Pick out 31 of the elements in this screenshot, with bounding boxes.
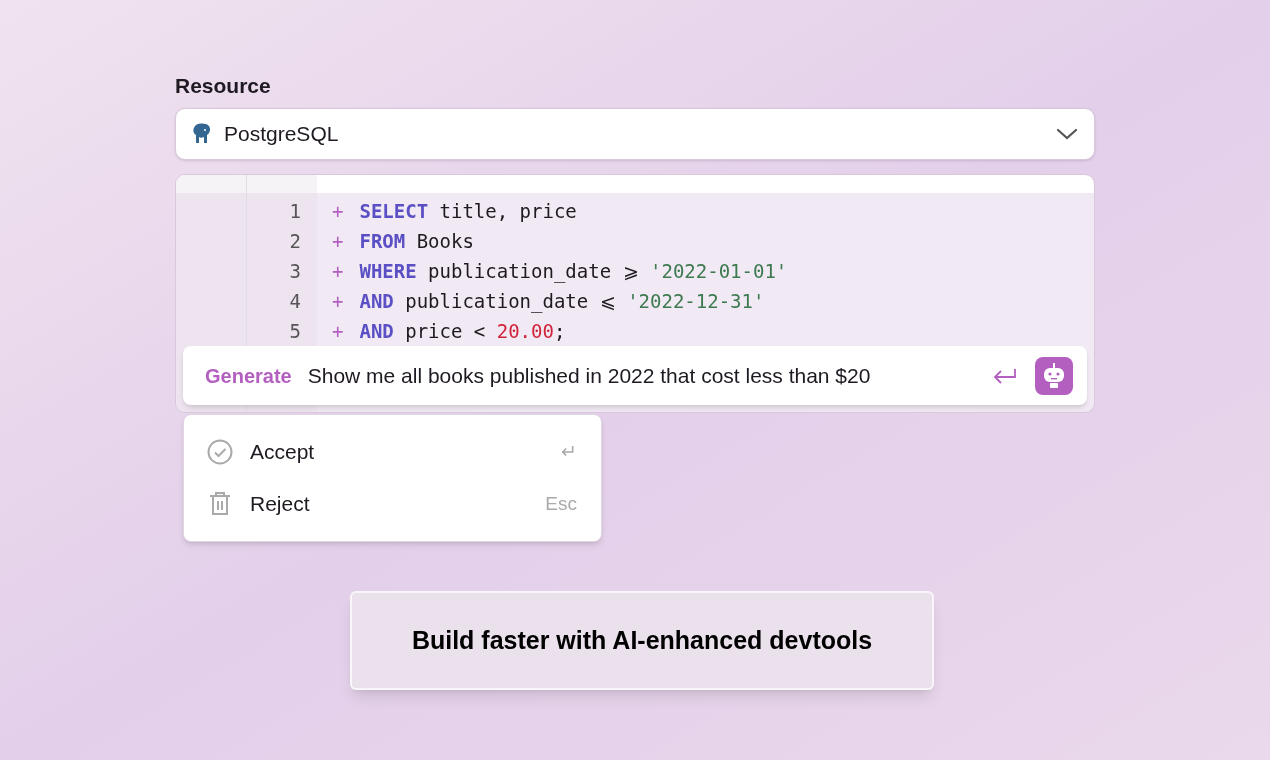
generate-label: Generate <box>205 363 292 389</box>
code-line: WHERE publication_date ⩾ '2022-01-01' <box>359 258 788 285</box>
prompt-input[interactable]: Show me all books published in 2022 that cost less than $20 <box>307 359 993 392</box>
line-number: 2 <box>289 228 301 254</box>
check-circle-icon <box>207 439 233 465</box>
line-number: 5 <box>289 318 301 344</box>
trash-icon <box>207 491 233 517</box>
tagline-banner: Build faster with AI-enhanced devtools <box>350 591 934 690</box>
shortcut-hint: Esc <box>545 491 577 516</box>
code-line: AND price < 20.00; <box>359 318 566 344</box>
robot-icon[interactable] <box>1035 356 1073 395</box>
dropdown-value: PostgreSQL <box>224 121 340 148</box>
diff-marker: + <box>332 228 344 254</box>
line-number: 4 <box>289 288 301 314</box>
line-number: 1 <box>289 198 301 224</box>
diff-marker: + <box>332 198 344 224</box>
diff-marker: + <box>332 258 344 284</box>
code-line: AND publication_date ⩽ '2022-12-31' <box>359 288 765 315</box>
code-line: FROM Books <box>359 228 474 254</box>
menu-item[interactable]: Reject Esc <box>184 478 601 530</box>
diff-marker: + <box>332 288 344 314</box>
prompt-bar[interactable]: Generate Show me all books published in 2022 that cost less than $20 <box>183 346 1087 405</box>
return-icon[interactable] <box>993 366 1017 385</box>
chevron-down-icon <box>1056 128 1078 140</box>
resource-dropdown[interactable]: PostgreSQL <box>175 108 1095 160</box>
diff-marker: + <box>332 318 344 344</box>
line-number: 3 <box>289 258 301 284</box>
menu-item[interactable]: Accept ↵ <box>184 426 601 478</box>
resource-label: Resource <box>175 73 272 99</box>
code-line: SELECT title, price <box>359 198 577 224</box>
shortcut-hint: ↵ <box>561 439 577 464</box>
